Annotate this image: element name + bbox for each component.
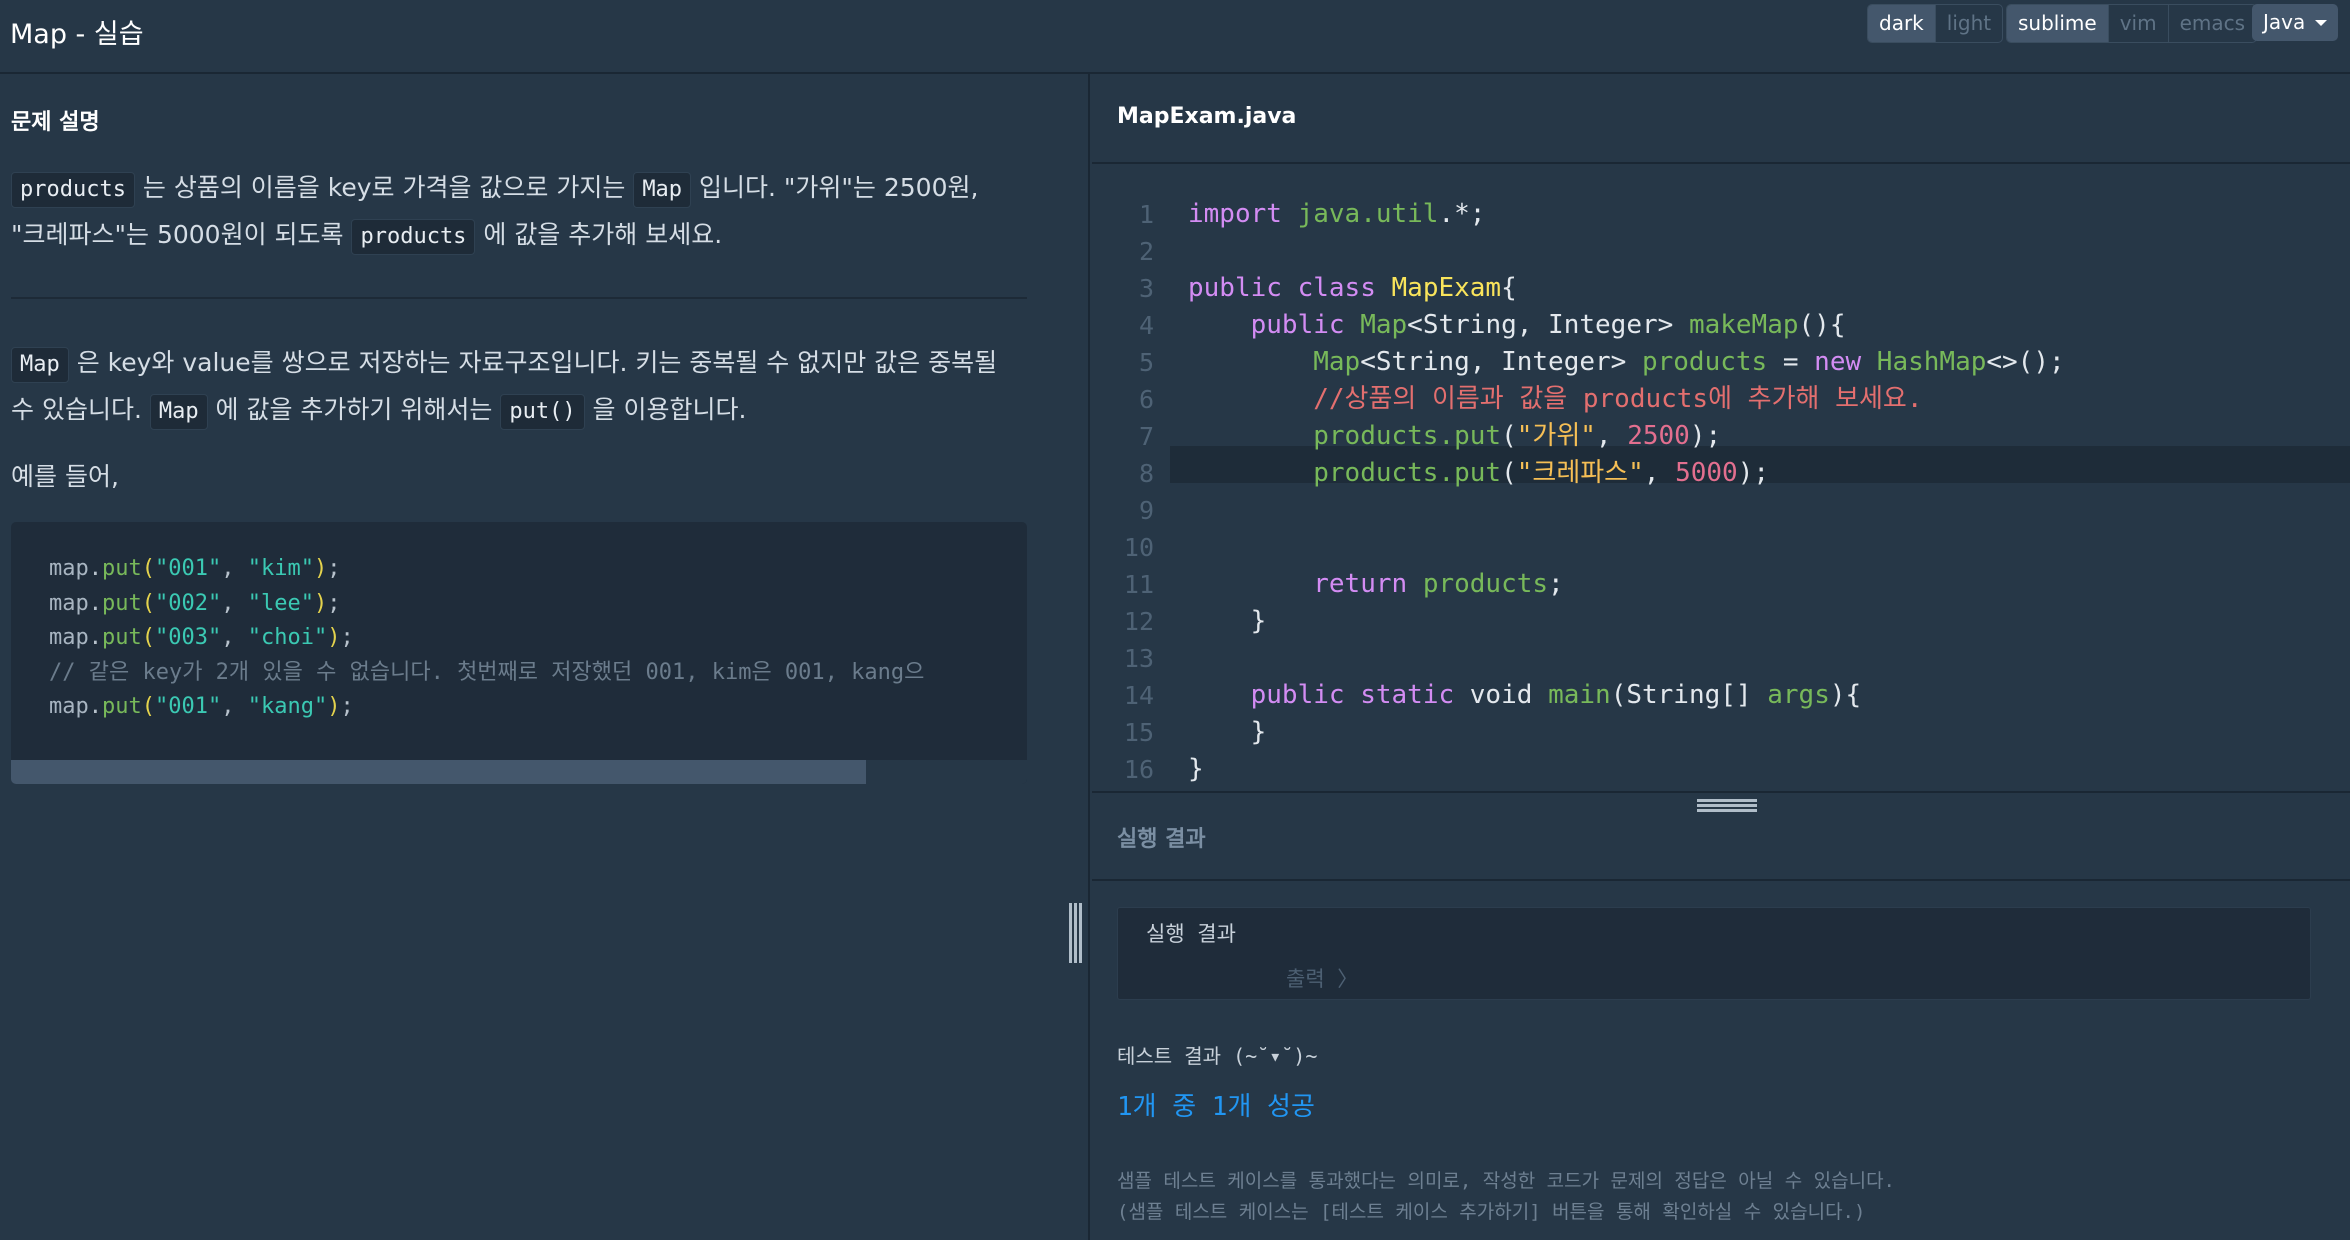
code-line: return products; xyxy=(1313,569,1564,599)
keymap-sublime-button[interactable]: sublime xyxy=(2007,5,2109,42)
code-line: map.put("003", "choi"); xyxy=(49,625,354,650)
language-dropdown[interactable]: Java xyxy=(2252,4,2338,41)
code-comment: // 같은 key가 2개 있을 수 없습니다. 첫번째로 저장했던 001, … xyxy=(49,659,925,685)
theme-light-button[interactable]: light xyxy=(1936,5,2002,42)
source-code[interactable]: import java.util.*; public class MapExam… xyxy=(1188,196,2065,788)
file-tab[interactable]: MapExam.java xyxy=(1117,104,1296,129)
keymap-emacs-button[interactable]: emacs xyxy=(2169,5,2256,42)
code-line: } xyxy=(1188,754,1204,784)
horizontal-scrollbar-thumb[interactable] xyxy=(11,760,866,784)
chevron-down-icon xyxy=(2315,20,2327,26)
code-line: public Map<String, Integer> makeMap(){ xyxy=(1250,310,1846,340)
problem-paragraph-1: products 는 상품의 이름을 key로 가격을 값으로 가지는 Map … xyxy=(11,164,1031,258)
inline-code: put() xyxy=(500,394,585,430)
result-heading: 실행 결과 xyxy=(1117,827,1206,852)
problem-panel: 문제 설명 products 는 상품의 이름을 key로 가격을 값으로 가지… xyxy=(0,74,1090,1240)
test-note-1: 샘플 테스트 케이스를 통과했다는 의미로, 작성한 코드가 문제의 정답은 아… xyxy=(1117,1170,1895,1192)
code-line: map.put("002", "lee"); xyxy=(49,590,341,616)
code-comment: //상품의 이름과 값을 products에 추가해 보세요. xyxy=(1313,384,1923,414)
problem-heading: 문제 설명 xyxy=(11,110,100,135)
code-editor[interactable]: 1 2 3 4 5 6 7 8 9 10 11 12 13 14 15 16 import java.util… xyxy=(1092,164,2350,791)
code-line: } xyxy=(1250,606,1267,636)
code-line: map.put("001", "kim"); xyxy=(49,556,341,581)
test-note-2: (샘플 테스트 케이스는 [테스트 케이스 추가하기] 버튼을 통해 확인하실 … xyxy=(1117,1201,1866,1223)
inline-code: products xyxy=(351,219,476,255)
output-label: 실행 결과 xyxy=(1146,922,1236,946)
example-code-block[interactable]: map.put("001", "kim"); map.put("002", "l… xyxy=(11,522,1027,784)
code-line: Map<String, Integer> products = new Hash… xyxy=(1313,347,2065,377)
code-line: products.put("가위", 2500); xyxy=(1313,421,1722,451)
code-line: map.put("001", "kang"); xyxy=(49,694,354,719)
code-line: public class MapExam{ xyxy=(1188,273,1517,303)
test-pass-count: 1개 중 1개 성공 xyxy=(1117,1092,1315,1122)
inline-code: Map xyxy=(149,394,208,430)
vertical-resize-handle[interactable] xyxy=(1068,903,1084,963)
inline-code: Map xyxy=(11,347,69,383)
example-code: map.put("001", "kim"); map.put("002", "l… xyxy=(49,552,924,725)
page-title: Map - 실습 xyxy=(10,19,144,50)
problem-paragraph-3: 예를 들어, xyxy=(11,462,119,491)
inline-code: products xyxy=(11,172,135,208)
keymap-vim-button[interactable]: vim xyxy=(2109,5,2169,42)
problem-paragraph-2: Map 은 key와 value를 쌍으로 저장하는 자료구조입니다. 키는 중… xyxy=(11,339,1031,433)
line-number-gutter: 1 2 3 4 5 6 7 8 9 10 11 12 13 14 15 16 xyxy=(1123,200,1154,784)
code-line: } xyxy=(1250,717,1267,747)
top-bar: Map - 실습 dark light sublime vim emacs Ja… xyxy=(0,0,2350,74)
theme-toggle: dark light xyxy=(1867,4,2004,43)
language-label: Java xyxy=(2263,10,2306,34)
result-header: 실행 결과 xyxy=(1092,791,2350,881)
theme-dark-button[interactable]: dark xyxy=(1868,5,1936,42)
output-console: 실행 결과 출력 〉 xyxy=(1117,907,2311,1000)
code-line: products.put("크레파스", 5000); xyxy=(1313,458,1769,488)
test-result-title: 테스트 결과 (~˘▾˘)~ xyxy=(1117,1044,1318,1068)
divider xyxy=(11,297,1027,299)
code-line: import java.util.*; xyxy=(1188,199,1486,229)
output-sublabel: 출력 〉 xyxy=(1286,967,1359,991)
editor-header: MapExam.java xyxy=(1092,74,2350,164)
inline-code: Map xyxy=(633,172,692,208)
keymap-toggle: sublime vim emacs xyxy=(2006,4,2258,43)
code-line: public static void main(String[] args){ xyxy=(1250,680,1862,710)
